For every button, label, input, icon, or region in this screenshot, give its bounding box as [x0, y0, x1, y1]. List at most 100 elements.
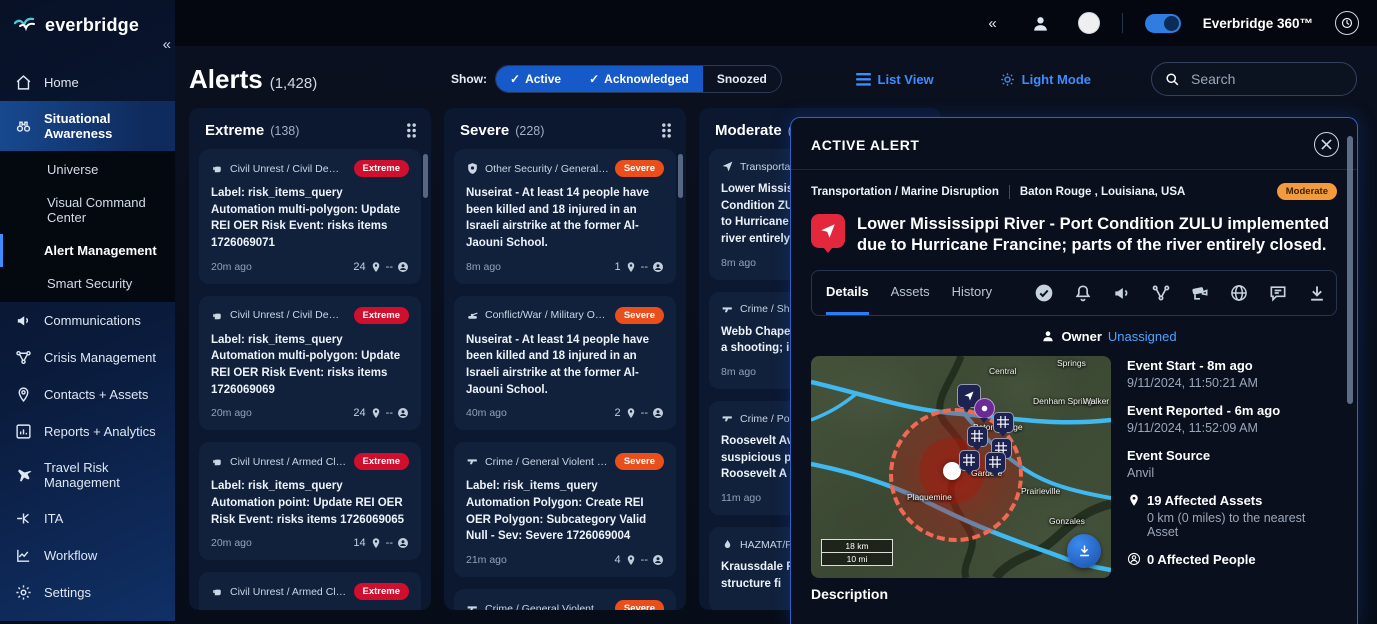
sidebar-item-home[interactable]: Home [0, 64, 175, 101]
location-pin-icon [625, 407, 637, 419]
user-icon[interactable] [1025, 13, 1056, 34]
event-start: Event Start - 8m ago 9/11/2024, 11:50:21… [1127, 358, 1337, 390]
column-title: Severe [460, 122, 509, 139]
close-icon[interactable] [1314, 132, 1339, 157]
tab-history[interactable]: History [952, 271, 992, 315]
severity-badge: Severe [615, 600, 664, 610]
sidebar-item-communications[interactable]: Communications [0, 302, 175, 339]
column-title: Moderate [715, 122, 782, 139]
drag-handle-icon[interactable] [661, 123, 672, 138]
sidebar-item-alert-management[interactable]: Alert Management [0, 234, 175, 267]
tab-assets[interactable]: Assets [891, 271, 930, 315]
sidebar-item-workflow[interactable]: Workflow [0, 537, 175, 574]
alert-card[interactable]: Other Security / General Security Severe… [454, 149, 676, 284]
toggle-knob [1164, 16, 1179, 31]
filter-active[interactable]: ✓ Active [496, 66, 575, 92]
sidebar-item-reports-analytics[interactable]: Reports + Analytics [0, 413, 175, 450]
camera-icon[interactable] [1190, 283, 1210, 303]
event-source: Event Source Anvil [1127, 448, 1337, 480]
light-mode-button[interactable]: Light Mode [994, 71, 1097, 88]
owner-value[interactable]: Unassigned [1108, 329, 1177, 344]
download-icon[interactable] [1307, 283, 1327, 303]
network-icon [15, 349, 32, 366]
map-label: Central [989, 366, 1016, 376]
session-clock-icon[interactable] [1335, 11, 1359, 35]
filter-snoozed[interactable]: Snoozed [703, 66, 781, 92]
severity-badge: Severe [615, 160, 664, 177]
map-download-button[interactable] [1067, 534, 1101, 568]
map-label: Gonzales [1049, 516, 1085, 526]
person-circle-icon [652, 554, 664, 566]
sidebar-item-label: ITA [44, 511, 63, 526]
alert-card[interactable]: Crime / General Violent Crime Severe [454, 589, 676, 610]
protest-fist-icon [211, 162, 224, 175]
panel-collapse-button[interactable]: « [982, 14, 1002, 33]
brand-logo: everbridge [0, 0, 175, 36]
sidebar-item-smart-security[interactable]: Smart Security [0, 267, 175, 300]
column-count: (228) [515, 124, 544, 138]
sidebar-item-label: Situational Awareness [44, 111, 165, 141]
sidebar: everbridge « Home Situational Awareness … [0, 0, 175, 621]
sidebar-item-crisis-management[interactable]: Crisis Management [0, 339, 175, 376]
navigation-arrow-icon [721, 160, 734, 173]
building-map-pin[interactable] [959, 450, 980, 471]
crisis-network-icon[interactable] [1151, 283, 1171, 303]
filter-acknowledged[interactable]: ✓ Acknowledged [575, 66, 703, 92]
owner-label: Owner [1061, 329, 1101, 344]
sidebar-item-universe[interactable]: Universe [0, 153, 175, 186]
megaphone-icon [15, 312, 32, 329]
alert-card[interactable]: Civil Unrest / Armed Clash, Civil Extrem… [199, 572, 421, 610]
sidebar-item-contacts-assets[interactable]: Contacts + Assets [0, 376, 175, 413]
megaphone-icon[interactable] [1112, 283, 1132, 303]
list-icon [856, 73, 871, 86]
gun-icon [466, 455, 479, 468]
column-scrollbar[interactable] [678, 154, 683, 198]
building-map-pin[interactable] [993, 412, 1014, 433]
list-view-button[interactable]: List View [850, 71, 940, 88]
scale-km: 18 km [821, 539, 893, 553]
alert-title: Lower Mississippi River - Port Condition… [857, 214, 1337, 257]
main-content: Alerts (1,428) Show: ✓ Active ✓ Acknowle… [175, 46, 1377, 621]
sidebar-item-label: Home [44, 75, 79, 90]
sidebar-item-ita[interactable]: ITA [0, 500, 175, 537]
card-time: 21m ago [466, 554, 507, 566]
ita-icon [15, 510, 32, 527]
building-map-pin[interactable] [985, 452, 1006, 473]
sidebar-item-settings[interactable]: Settings [0, 574, 175, 611]
camera-map-pin[interactable] [974, 398, 995, 419]
severity-badge: Extreme [354, 583, 410, 600]
column-title: Extreme [205, 122, 264, 139]
everbridge-360-toggle[interactable] [1145, 14, 1181, 33]
sidebar-item-visual-command-center[interactable]: Visual Command Center [0, 186, 175, 234]
panel-scrollbar[interactable] [1347, 136, 1353, 404]
alert-card[interactable]: Conflict/War / Military Operation Severe… [454, 296, 676, 431]
event-map[interactable]: Springs Central Denham Springs Walker Ba… [811, 356, 1111, 578]
comment-icon[interactable] [1268, 283, 1288, 303]
search-icon [1165, 72, 1180, 87]
map-label: Prairieville [1021, 486, 1060, 496]
alert-card[interactable]: Crime / General Violent Crime Severe Lab… [454, 442, 676, 577]
building-map-pin[interactable] [967, 426, 988, 447]
drag-handle-icon[interactable] [406, 123, 417, 138]
severity-badge: Moderate [1277, 183, 1337, 200]
sidebar-item-travel-risk[interactable]: Travel Risk Management [0, 450, 175, 500]
column-scrollbar[interactable] [423, 154, 428, 198]
alert-location: Baton Rouge , Louisiana, USA [1020, 186, 1185, 198]
search-input[interactable] [1189, 70, 1313, 88]
affected-people: 0 Affected People [1127, 552, 1337, 567]
sidebar-collapse-button[interactable]: « [161, 34, 173, 55]
tab-details[interactable]: Details [826, 271, 869, 315]
alarm-bell-icon[interactable] [1073, 283, 1093, 303]
globe-icon[interactable] [1229, 283, 1249, 303]
alert-card[interactable]: Civil Unrest / Civil Demonstration Extre… [199, 296, 421, 431]
alert-card[interactable]: Civil Unrest / Armed Clash, Civil Extrem… [199, 442, 421, 560]
sidebar-item-label: Contacts + Assets [44, 387, 148, 402]
panel-tabbar: Details Assets History [811, 270, 1337, 316]
flame-icon [721, 538, 734, 551]
sidebar-item-situational-awareness[interactable]: Situational Awareness [0, 101, 175, 151]
help-icon[interactable]: ? [1078, 12, 1100, 34]
alert-card[interactable]: Civil Unrest / Civil Demonstration Extre… [199, 149, 421, 284]
card-time: 8m ago [466, 261, 501, 273]
card-time: 8m ago [721, 257, 756, 269]
acknowledge-check-icon[interactable] [1034, 283, 1054, 303]
